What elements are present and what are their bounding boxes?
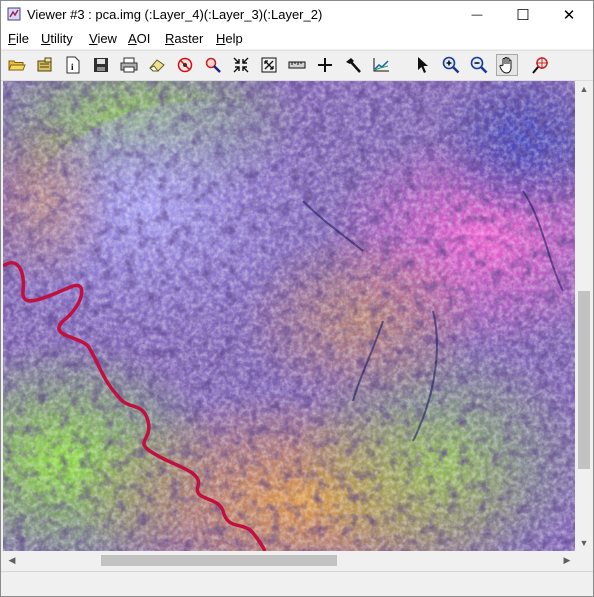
inquire-cursor-button[interactable]: [202, 54, 224, 76]
menu-file[interactable]: File: [8, 31, 29, 46]
viewer-app-icon: [7, 7, 21, 21]
maximize-icon: ☐: [516, 7, 530, 24]
line-chart-icon: [373, 58, 389, 72]
collapse-arrows-icon: [233, 57, 249, 73]
expand-arrows-icon: [261, 57, 277, 73]
hand-pan-icon: [499, 57, 512, 74]
inquire-crosshair-button[interactable]: [314, 54, 336, 76]
scale-to-window-button[interactable]: [258, 54, 280, 76]
floppy-disk-icon: [94, 58, 108, 72]
ruler-icon: [288, 61, 306, 69]
close-button[interactable]: ✕: [546, 1, 592, 29]
interactive-zoom-button[interactable]: [530, 54, 552, 76]
viewer-window: Viewer #3 : pca.img (:Layer_4)(:Layer_3)…: [0, 0, 594, 597]
menu-view[interactable]: View: [89, 31, 117, 46]
zoom-to-fit-button[interactable]: [230, 54, 252, 76]
window-title: Viewer #3 : pca.img (:Layer_4)(:Layer_3)…: [27, 7, 323, 22]
menu-bar: File Utility View AOI Raster Help: [1, 29, 593, 49]
layer-folder-icon: [37, 57, 52, 72]
close-icon: ✕: [562, 7, 576, 24]
scroll-up-icon[interactable]: ▲: [576, 81, 592, 97]
zoom-target-icon: [532, 57, 548, 74]
menu-utility[interactable]: Utility: [41, 31, 73, 46]
vertical-scroll-thumb[interactable]: [578, 291, 590, 469]
vertical-scrollbar[interactable]: ▲ ▼: [576, 81, 592, 551]
open-folder-icon: [8, 60, 26, 71]
status-bar: [1, 571, 593, 596]
menu-raster[interactable]: Raster: [165, 31, 203, 46]
image-viewport[interactable]: [3, 81, 575, 551]
pan-button[interactable]: [496, 54, 518, 76]
toolbar: i: [1, 50, 593, 81]
maximize-button[interactable]: ☐: [500, 1, 546, 29]
scroll-right-icon[interactable]: ▶: [560, 552, 574, 568]
minimize-button[interactable]: —: [454, 1, 500, 29]
title-bar[interactable]: Viewer #3 : pca.img (:Layer_4)(:Layer_3)…: [1, 1, 593, 29]
layer-info-button[interactable]: i: [62, 54, 84, 76]
save-button[interactable]: [90, 54, 112, 76]
open-file-button[interactable]: [6, 54, 28, 76]
pca-composite-image: [3, 81, 575, 551]
pointer-arrow-icon: [418, 57, 428, 73]
spectral-profile-button[interactable]: [370, 54, 392, 76]
scroll-down-icon[interactable]: ▼: [576, 535, 592, 551]
horizontal-scroll-thumb[interactable]: [101, 555, 337, 566]
print-button[interactable]: [118, 54, 140, 76]
zoom-in-icon: [442, 56, 460, 74]
menu-aoi[interactable]: AOI: [128, 31, 150, 46]
magnify-target-icon: [205, 57, 221, 73]
select-button[interactable]: [412, 54, 434, 76]
no-entry-icon: [177, 57, 193, 73]
clear-view-button[interactable]: [174, 54, 196, 76]
printer-icon: [120, 57, 138, 73]
minimize-icon: —: [471, 9, 483, 21]
zoom-out-icon: [470, 56, 488, 74]
crosshair-icon: [318, 58, 332, 72]
info-document-icon: i: [66, 56, 80, 74]
scroll-left-icon[interactable]: ◀: [5, 552, 19, 568]
zoom-out-button[interactable]: [468, 54, 490, 76]
open-layer-button[interactable]: [34, 54, 56, 76]
zoom-in-button[interactable]: [440, 54, 462, 76]
hammer-icon: [346, 58, 361, 73]
measure-button[interactable]: [286, 54, 308, 76]
scrollbar-corner: [576, 552, 592, 569]
horizontal-scrollbar[interactable]: ◀ ▶: [3, 552, 576, 569]
eraser-button[interactable]: [146, 54, 168, 76]
menu-help[interactable]: Help: [216, 31, 243, 46]
eraser-icon: [149, 59, 165, 72]
arrange-layers-button[interactable]: [342, 54, 364, 76]
